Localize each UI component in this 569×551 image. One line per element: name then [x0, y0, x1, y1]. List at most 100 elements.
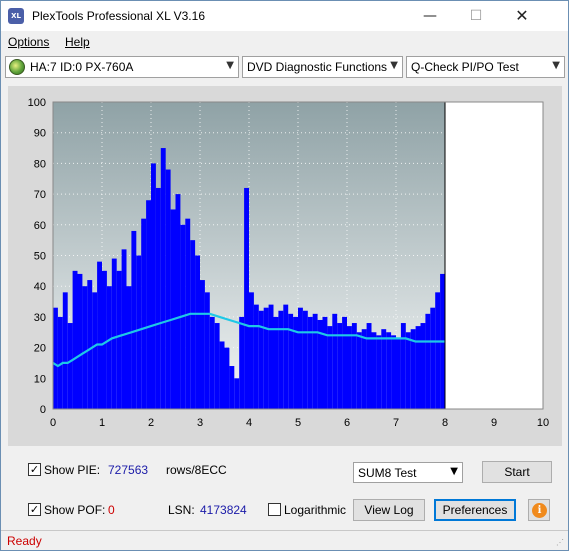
pie-bar — [67, 323, 73, 409]
pie-bar — [430, 307, 436, 409]
pie-bar — [82, 286, 88, 409]
resize-grip-icon[interactable]: ⋰ — [556, 538, 566, 548]
pie-bar — [371, 332, 377, 409]
pie-bar — [111, 258, 117, 409]
pie-bar — [288, 313, 294, 409]
show-pof-label: Show POF: — [44, 503, 106, 517]
pie-bar — [386, 332, 392, 409]
pie-bar — [141, 218, 147, 409]
pie-bar — [165, 169, 171, 409]
status-bar: Ready ⋰ — [1, 530, 568, 550]
pie-bar — [366, 323, 372, 409]
chevron-down-icon: ▼ — [390, 60, 398, 71]
rows-label: rows/8ECC — [166, 463, 227, 477]
show-pof-checkbox[interactable]: ✓ — [28, 503, 41, 516]
pie-bar — [170, 209, 176, 409]
x-tick-label: 1 — [99, 417, 105, 429]
sum-test-select[interactable]: SUM8 Test ▼ — [353, 462, 463, 483]
pie-bar — [244, 187, 249, 409]
test-select[interactable]: Q-Check PI/PO Test ▼ — [406, 56, 565, 78]
y-tick-label: 20 — [34, 343, 46, 355]
pie-bar — [381, 329, 387, 409]
pie-bar — [278, 310, 284, 409]
pie-bar — [253, 304, 259, 409]
menu-help[interactable]: Help — [65, 35, 90, 49]
x-tick-label: 5 — [295, 417, 301, 429]
info-icon: i — [532, 503, 547, 518]
pie-bar — [283, 304, 289, 409]
pie-bar — [102, 270, 107, 409]
chevron-down-icon: ▼ — [226, 60, 234, 71]
chart-panel: 0 1 2 3 4 5 6 7 8 9 10 0 10 20 30 40 50 60 70 80 90 100 — [8, 86, 562, 446]
maximize-button[interactable]: ☐ — [453, 1, 499, 31]
pie-bar — [126, 286, 132, 409]
y-tick-label: 30 — [34, 312, 46, 324]
pie-bar — [263, 307, 269, 409]
pie-bar — [92, 292, 98, 409]
window-title: PlexTools Professional XL V3.16 — [32, 9, 205, 23]
x-tick-label: 8 — [442, 417, 448, 429]
pie-bar — [376, 335, 382, 409]
pie-bar — [400, 323, 406, 409]
app-logo-icon: XL — [8, 8, 24, 24]
pie-bar — [209, 316, 215, 409]
menu-help-label: Help — [65, 35, 90, 49]
y-tick-label: 40 — [34, 281, 46, 293]
lsn-label: LSN: — [168, 503, 195, 517]
lsn-value: 4173824 — [200, 503, 247, 517]
pie-bar — [327, 326, 333, 409]
pie-bar — [77, 273, 83, 409]
title-bar[interactable]: XL PlexTools Professional XL V3.16 — ☐ ✕ — [1, 1, 568, 31]
pie-bar — [332, 313, 338, 409]
pie-bar — [131, 230, 137, 409]
pie-bar — [195, 255, 200, 409]
close-button[interactable]: ✕ — [499, 1, 545, 31]
drive-select[interactable]: HA:7 ID:0 PX-760A ▼ — [5, 56, 239, 78]
menu-options-label: Options — [8, 35, 50, 49]
pie-bar — [307, 316, 313, 409]
pie-bar — [229, 366, 235, 409]
pipo-chart: 0 1 2 3 4 5 6 7 8 9 100102030405060708090100 — [28, 97, 549, 429]
pie-bar — [268, 304, 274, 409]
start-button[interactable]: Start — [482, 461, 552, 483]
logarithmic-checkbox[interactable] — [268, 503, 281, 516]
pie-bar — [190, 240, 196, 409]
chevron-down-icon: ▼ — [450, 466, 458, 477]
view-log-button[interactable]: View Log — [353, 499, 425, 521]
sum-test-value: SUM8 Test — [358, 466, 417, 480]
logarithmic-label: Logarithmic — [284, 503, 347, 517]
x-tick-label: 4 — [246, 417, 252, 429]
pie-bar — [224, 347, 230, 409]
pie-bar — [298, 307, 303, 409]
x-tick-label: 0 — [50, 417, 56, 429]
pie-bar — [204, 292, 210, 409]
pie-bar — [155, 187, 161, 409]
pie-bar — [214, 323, 220, 409]
function-select[interactable]: DVD Diagnostic Functions ▼ — [242, 56, 403, 78]
menu-options[interactable]: Options — [8, 35, 49, 49]
pie-bar — [273, 316, 279, 409]
pie-bar — [146, 200, 151, 409]
pie-bar — [121, 249, 127, 409]
pie-bar — [234, 378, 240, 409]
pie-bar — [239, 316, 245, 409]
x-tick-label: 10 — [537, 417, 549, 429]
pie-bar — [62, 292, 68, 409]
show-pie-checkbox[interactable]: ✓ — [28, 463, 41, 476]
pof-value: 0 — [108, 503, 115, 517]
chevron-down-icon: ▼ — [552, 60, 560, 71]
pie-bar — [420, 323, 426, 409]
control-panel: ✓ Show PIE: 727563 rows/8ECC ✓ Show POF:… — [8, 451, 562, 525]
minimize-button[interactable]: — — [407, 1, 453, 31]
drive-icon — [9, 59, 25, 75]
info-button[interactable]: i — [528, 499, 550, 521]
pie-bar — [415, 326, 421, 409]
pie-bar — [175, 194, 181, 409]
y-tick-label: 0 — [40, 404, 46, 416]
y-tick-label: 60 — [34, 220, 46, 232]
preferences-button[interactable]: Preferences — [434, 499, 516, 521]
check-mark-icon: ✓ — [29, 463, 40, 476]
pie-bar — [347, 326, 352, 409]
pie-bar — [106, 286, 112, 409]
pie-bar — [405, 332, 411, 409]
